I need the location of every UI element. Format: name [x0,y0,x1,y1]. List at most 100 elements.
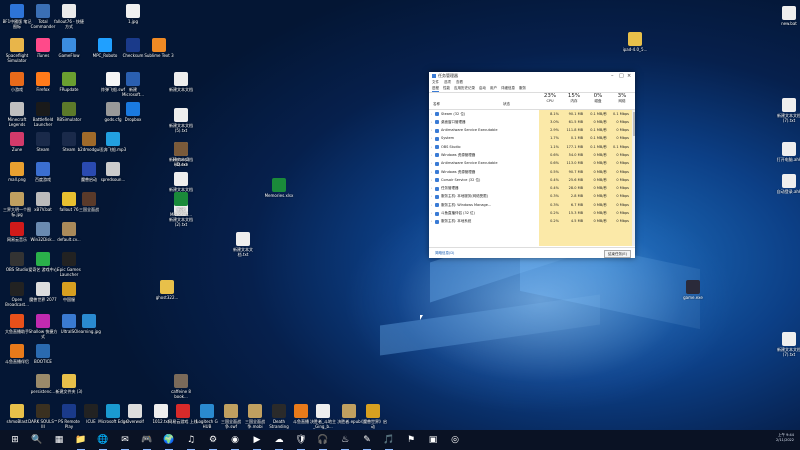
process-memory: 6.7 MB [570,202,583,207]
taskbar-app-icon[interactable]: 🎵 [382,433,396,450]
app-icon [10,102,24,116]
desktop-icon[interactable]: 新建文本文档.txt [228,230,258,266]
taskbar-app-icon[interactable]: ✎ [360,433,374,450]
tab-performance[interactable]: 性能 [443,86,450,92]
start-button-icon[interactable]: ⊞ [8,433,22,447]
close-icon[interactable]: × [627,73,631,79]
expand-chevron-icon[interactable]: › [431,136,432,140]
desktop-icon[interactable]: 新建文本文档 (7).txt [774,330,800,366]
tab-services[interactable]: 服务 [519,86,526,92]
process-row[interactable]: › 服务主机: Windows Manage... 0.3% 6.7 MB 0 MB/秒… [429,201,635,209]
process-row[interactable]: › 服务主机: 本地系统 0.2% 4.5 MB 0 MB/秒 0 Mbps [429,218,635,226]
taskbar-app-icon[interactable]: ◉ [228,433,242,450]
taskbar-app-icon[interactable]: ▦ [52,433,66,447]
task-manager-window[interactable]: 任务管理器 – □ × 文件 选项 查看 进程 性能 应用历史记录 启动 用户 … [429,72,635,258]
end-task-button[interactable]: 结束任务(E) [604,250,631,258]
desktop-icon[interactable]: MPC_Roboto [90,36,120,72]
desktop-icon[interactable]: learning.jpg [74,312,104,348]
process-row[interactable]: › Windows 资源管理器 0.6% 54.0 MB 0 MB/秒 0 Mbps [429,151,635,159]
network-column-header[interactable]: 3% 网络 [611,93,633,104]
expand-chevron-icon[interactable]: › [431,211,432,215]
desktop-icon[interactable]: 新建文本文档 [166,70,196,106]
scrollbar-thumb[interactable] [632,112,635,136]
expand-chevron-icon[interactable]: › [431,120,432,124]
expand-chevron-icon[interactable]: › [431,145,432,149]
taskbar-app-icon[interactable]: ◎ [448,433,462,447]
taskbar-app-icon[interactable]: 🌍 [162,433,176,450]
process-row[interactable]: › OBS Studio 1.1% 177.1 MB 0.1 MB/秒 0.1 Mbps [429,143,635,151]
desktop-icon[interactable]: 打开电脑.ahk [774,140,800,176]
desktop-icon[interactable]: new.bat [774,4,800,40]
process-row[interactable]: › 桌面窗口管理器 3.0% 61.5 MB 0 MB/秒 0 Mbps [429,118,635,126]
scrollbar[interactable] [632,110,635,246]
expand-chevron-icon[interactable]: › [431,203,432,207]
desktop-icon[interactable]: GameFlow [54,36,84,72]
taskbar-app-icon[interactable]: 📁 [74,433,88,450]
expand-chevron-icon[interactable]: › [431,128,432,132]
process-row[interactable]: › Steam (32 位) 8.1% 90.1 MB 0.1 MB/秒 0.1 Mbps [429,110,635,118]
process-row[interactable]: › Corsair Service (32 位) 0.4% 25.6 MB 0 MB/秒… [429,176,635,184]
status-column-header[interactable]: 状态 [503,102,510,107]
taskbar-app-icon[interactable]: ⚑ [404,433,418,447]
desktop-icon[interactable]: 新建文本文档 (5).txt [166,106,196,142]
desktop-icon[interactable]: 新建 Microsoft... [166,190,196,226]
desktop-icon-label: game.exe [683,295,703,300]
expand-chevron-icon[interactable]: › [431,153,432,157]
name-column-header[interactable]: 名称 [433,102,440,107]
tab-details[interactable]: 详细信息 [501,86,515,92]
expand-chevron-icon[interactable]: › [431,186,432,190]
desktop-icon[interactable]: game.exe [678,278,708,314]
desktop-icon[interactable]: Heroes3 HD.exe [166,140,196,176]
process-row[interactable]: › 任务管理器 0.4% 28.0 MB 0 MB/秒 0 Mbps [429,185,635,193]
taskbar-app-icon[interactable]: ♨ [338,433,352,450]
expand-chevron-icon[interactable]: › [431,178,432,182]
desktop-icon[interactable]: 中国服 [54,280,84,316]
desktop-icon[interactable]: ipad-4.0_5... [620,30,650,66]
search-icon[interactable]: 🔍 [30,433,44,447]
taskbar-app-icon[interactable]: ♫ [184,433,198,450]
process-row[interactable]: › Antimalware Service Executable 2.9% 111.8… [429,127,635,135]
system-tray[interactable]: 上午 9:44 2/11/2022 [754,433,794,443]
desktop-icon[interactable]: 自动登录.ahk [774,172,800,208]
taskbar-app-icon[interactable]: 🛡 [294,433,308,450]
process-row[interactable]: › Windows 资源管理器 0.5% 90.7 MB 0 MB/秒 0 Mbps [429,168,635,176]
taskbar-app-icon[interactable]: ▶ [250,433,264,450]
desktop-icon[interactable]: ghost322... [152,278,182,314]
tab-processes[interactable]: 进程 [432,86,439,92]
tab-app-history[interactable]: 应用历史记录 [454,86,475,92]
disk-column-header[interactable]: 0% 磁盘 [587,93,609,104]
process-row[interactable]: › Antimalware Service Executable 0.6% 113.0… [429,160,635,168]
expand-chevron-icon[interactable]: › [431,112,432,116]
fewer-details-link[interactable]: 简略信息(D) [435,251,454,256]
desktop-icon[interactable]: 1.jpg [118,2,148,38]
taskbar-app-icon[interactable]: ✉ [118,433,132,450]
tab-startup[interactable]: 启动 [479,86,486,92]
expand-chevron-icon[interactable]: › [431,161,432,165]
process-row[interactable]: › 斗鱼直播伴侣 (32 位) 0.2% 15.3 MB 0 MB/秒 0 Mbps [429,210,635,218]
taskbar-app-icon[interactable]: ▣ [426,433,440,447]
taskbar-app-icon[interactable]: ⚙ [206,433,220,450]
desktop-icon[interactable]: 新建文本文档 (7).txt [774,96,800,132]
desktop-icon-label: 新建文件夹 (3) [55,389,83,394]
taskbar-app-icon[interactable]: 🎧 [316,433,330,450]
expand-chevron-icon[interactable]: › [431,170,432,174]
process-cpu: 0.6% [550,161,559,166]
process-row[interactable]: › 服务主机: 本地服务(网络受限) 0.3% 2.8 MB 0 MB/秒 0 Mbps [429,193,635,201]
cpu-column-header[interactable]: 23% CPU [539,93,561,103]
title-bar[interactable]: 任务管理器 – □ × [429,72,635,80]
maximize-icon[interactable]: □ [619,73,624,79]
expand-chevron-icon[interactable]: › [431,219,432,223]
tab-users[interactable]: 用户 [490,86,497,92]
app-icon [62,252,76,266]
desktop-icon[interactable]: fallout76 - 快捷方式 [54,2,84,38]
expand-chevron-icon[interactable]: › [431,194,432,198]
minimize-icon[interactable]: – [611,73,614,79]
taskbar-app-icon[interactable]: 🌐 [96,433,110,450]
taskbar-app-icon[interactable]: 🎮 [140,433,154,450]
app-icon [628,32,642,46]
desktop-icon[interactable]: Sublime Text 3 [144,36,174,72]
memory-column-header[interactable]: 15% 内存 [563,93,585,104]
process-row[interactable]: › System 1.7% 0.1 MB 0.1 MB/秒 0 Mbps [429,135,635,143]
desktop-icon[interactable]: Memories.xlsx [264,176,294,212]
taskbar-app-icon[interactable]: ☁ [272,433,286,450]
